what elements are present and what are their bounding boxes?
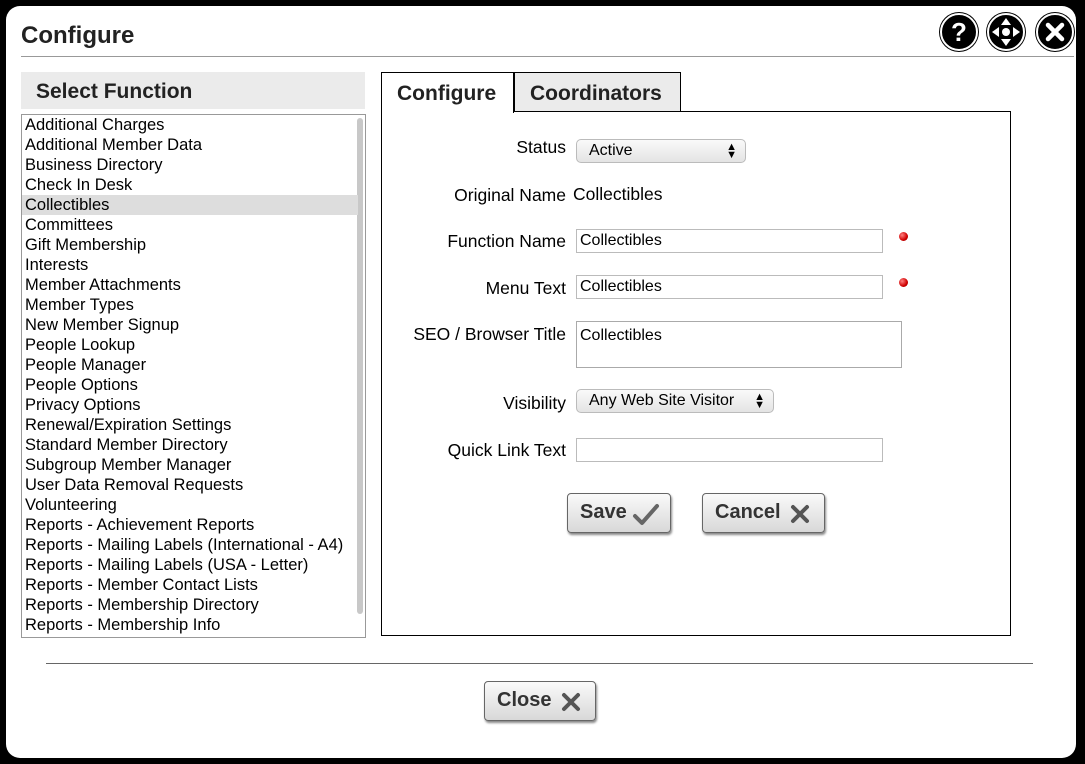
list-item[interactable]: Standard Member Directory <box>22 435 358 455</box>
list-item[interactable]: Volunteering <box>22 495 358 515</box>
quick-link-field[interactable] <box>576 438 883 462</box>
required-indicator-icon <box>899 278 908 287</box>
list-item[interactable]: People Options <box>22 375 358 395</box>
seo-title-field[interactable]: Collectibles <box>576 321 902 368</box>
list-item[interactable]: Collectibles <box>22 195 358 215</box>
cancel-button-label: Cancel <box>715 501 781 523</box>
list-item[interactable]: Privacy Options <box>22 395 358 415</box>
function-list[interactable]: Additional Charges Additional Member Data… <box>21 114 366 638</box>
x-icon <box>791 505 809 523</box>
list-item[interactable]: Interests <box>22 255 358 275</box>
list-item[interactable]: New Member Signup <box>22 315 358 335</box>
list-item[interactable]: Reports - Membership Directory <box>22 595 358 615</box>
menu-text-label: Menu Text <box>485 278 566 298</box>
svg-text:?: ? <box>951 17 967 47</box>
list-item[interactable]: Committees <box>22 215 358 235</box>
help-icon[interactable]: ? <box>940 13 978 51</box>
checkmark-icon <box>633 504 659 525</box>
list-item[interactable]: Renewal/Expiration Settings <box>22 415 358 435</box>
list-item[interactable]: Additional Member Data <box>22 135 358 155</box>
original-name-label: Original Name <box>454 185 566 205</box>
tab-coordinators[interactable]: Coordinators <box>514 72 681 112</box>
list-item[interactable]: Member Types <box>22 295 358 315</box>
list-item[interactable]: Reports - Member Contact Lists <box>22 575 358 595</box>
function-name-label: Function Name <box>447 231 566 251</box>
list-item[interactable]: Reports - Achievement Reports <box>22 515 358 535</box>
move-icon[interactable] <box>987 13 1025 51</box>
visibility-select-value: Any Web Site Visitor <box>589 392 735 409</box>
function-name-field[interactable]: Collectibles <box>576 229 883 253</box>
list-item[interactable]: User Data Removal Requests <box>22 475 358 495</box>
required-indicator-icon <box>899 232 908 241</box>
visibility-label: Visibility <box>503 393 566 413</box>
cancel-button[interactable]: Cancel <box>702 493 825 533</box>
quick-link-label: Quick Link Text <box>447 440 566 460</box>
list-item[interactable]: Business Directory <box>22 155 358 175</box>
list-item[interactable]: Gift Membership <box>22 235 358 255</box>
configure-dialog: Configure ? Select Function Additional C… <box>6 6 1076 758</box>
close-button[interactable]: Close <box>484 681 596 721</box>
select-arrows-icon: ▲ ▼ <box>754 391 765 411</box>
tab-coordinators-label: Coordinators <box>530 82 662 105</box>
footer-divider <box>46 663 1033 664</box>
list-item[interactable]: Member Attachments <box>22 275 358 295</box>
select-function-heading: Select Function <box>36 80 193 103</box>
select-function-header: Select Function <box>21 72 365 109</box>
visibility-select[interactable]: Any Web Site Visitor ▲ ▼ <box>576 389 774 413</box>
list-item[interactable]: Subgroup Member Manager <box>22 455 358 475</box>
status-label: Status <box>516 137 566 157</box>
dialog-title: Configure <box>21 22 135 49</box>
tab-configure-label: Configure <box>397 82 497 105</box>
close-icon[interactable] <box>1036 13 1074 51</box>
list-item[interactable]: Reports - Mailing Labels (International … <box>22 535 358 555</box>
list-item[interactable]: People Manager <box>22 355 358 375</box>
list-item[interactable]: Reports - Mailing Labels (USA - Letter) <box>22 555 358 575</box>
configure-panel: Status Active ▲ ▼ Original Name Collectib… <box>381 111 1011 636</box>
tab-configure[interactable]: Configure <box>381 72 514 113</box>
original-name-value: Collectibles <box>573 184 663 204</box>
select-arrows-icon: ▲ ▼ <box>726 141 737 161</box>
list-item[interactable]: Reports - Membership Info <box>22 615 358 635</box>
list-item[interactable]: People Lookup <box>22 335 358 355</box>
status-select-value: Active <box>589 142 633 159</box>
close-button-label: Close <box>497 689 552 711</box>
save-button[interactable]: Save <box>567 493 671 533</box>
list-item[interactable]: Check In Desk <box>22 175 358 195</box>
menu-text-field[interactable]: Collectibles <box>576 275 883 299</box>
save-button-label: Save <box>580 501 627 523</box>
title-divider <box>21 56 1074 57</box>
seo-title-label: SEO / Browser Title <box>413 324 566 344</box>
list-item[interactable]: Additional Charges <box>22 115 358 135</box>
status-select[interactable]: Active ▲ ▼ <box>576 139 746 163</box>
x-icon <box>562 693 580 711</box>
